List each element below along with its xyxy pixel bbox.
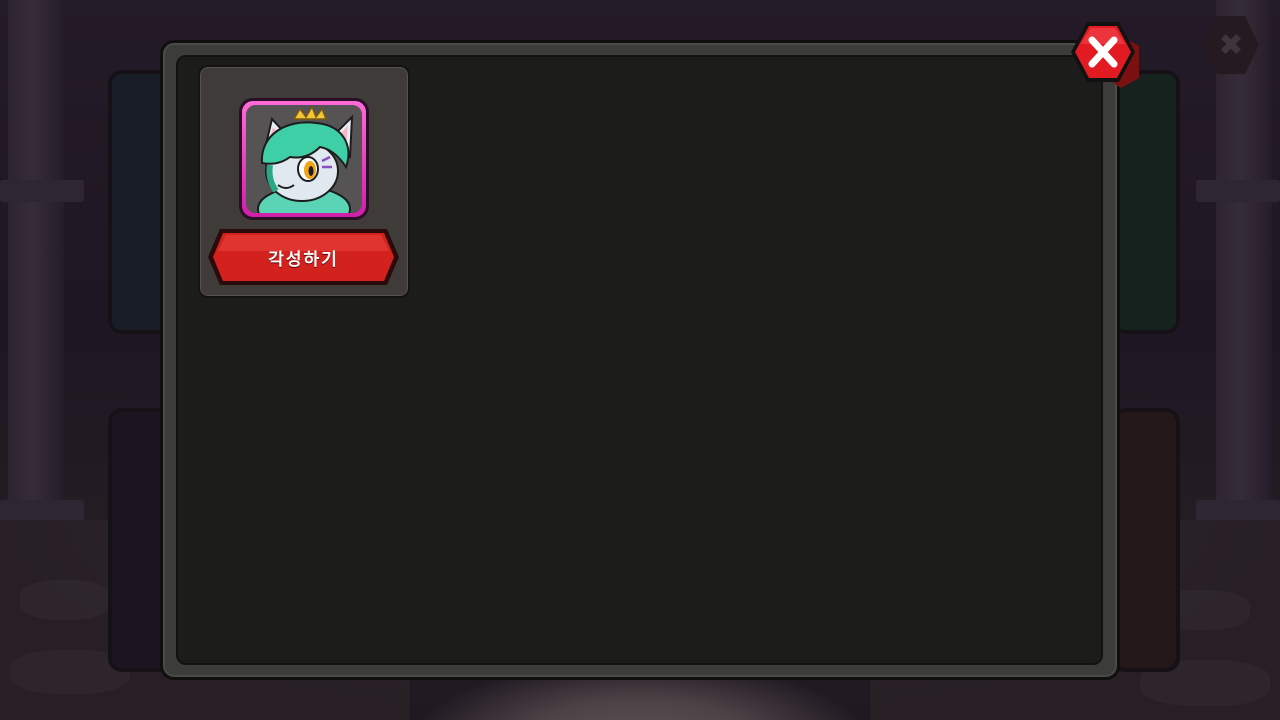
awaken-button-label: 각성하기 [268,249,339,270]
hero-portrait-icon[interactable] [246,105,362,213]
awaken-button[interactable]: 각성하기 [206,227,401,287]
close-button[interactable] [1069,20,1147,88]
close-x-icon [1071,22,1139,88]
cat-hero-icon [246,105,362,213]
